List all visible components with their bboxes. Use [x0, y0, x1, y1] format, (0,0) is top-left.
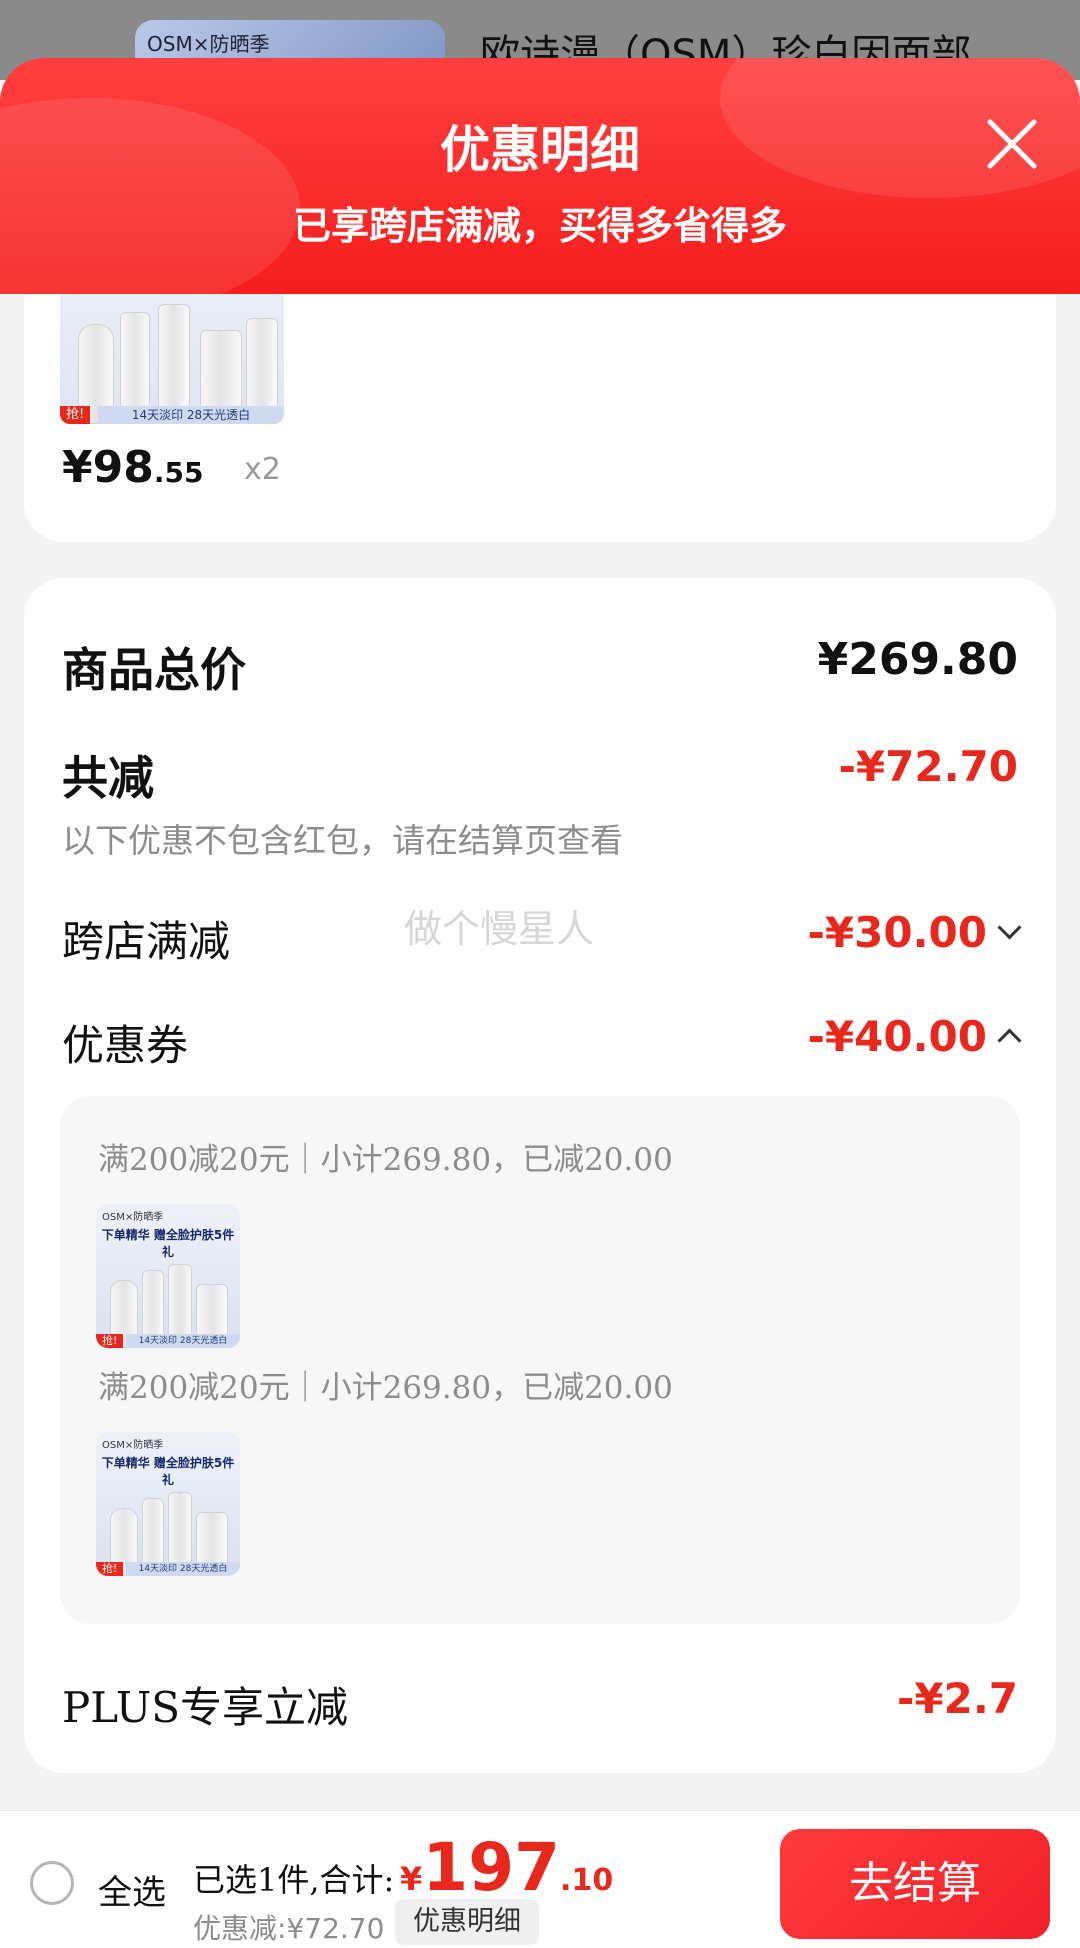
product-image: 抢! 14天淡印 28天光透白	[60, 290, 284, 424]
product-image-tag-left: 抢!	[60, 406, 91, 424]
sheet-title: 优惠明细	[440, 120, 640, 179]
product-image-tag-right: 14天淡印 28天光透白	[98, 406, 284, 424]
total-price-label: 商品总价	[62, 643, 246, 697]
discount-sheet-header: 优惠明细 已享跨店满减，买得多省得多	[0, 58, 1080, 294]
total-reduction-row: 共减 -¥72.70	[62, 742, 1018, 808]
coupon-product-thumbnail: OSM×防晒季 下单精华 赠全脸护肤5件礼 抢! 14天淡印 28天光透白	[96, 1204, 240, 1348]
cross-store-discount-row[interactable]: 跨店满减 -¥30.00	[62, 908, 1022, 969]
thumb-tag-right: 14天淡印 28天光透白	[126, 1334, 240, 1348]
coupon-detail-line: 满200减20元｜小计269.80，已减20.00	[98, 1370, 673, 1406]
discount-detail-button[interactable]: 优惠明细	[395, 1899, 539, 1945]
product-price-int: ¥98	[62, 442, 154, 493]
close-icon	[987, 119, 1037, 169]
thumb-title: 下单精华 赠全脸护肤5件礼	[101, 1456, 235, 1487]
product-price: ¥98.55	[62, 442, 203, 493]
total-currency: ¥	[400, 1860, 423, 1898]
cross-store-label: 跨店满减	[62, 917, 231, 966]
thumb-tag-left: 抢!	[96, 1334, 124, 1348]
thumb-tag-left: 抢!	[96, 1562, 124, 1576]
total-reduction-label: 共减	[62, 751, 154, 805]
background-thumb-brand: OSM×防晒季	[147, 32, 270, 56]
cross-store-value: -¥30.00	[807, 908, 987, 957]
reduction-note: 以下优惠不包含红包，请在结算页查看	[62, 821, 623, 860]
price-summary-card: 商品总价 ¥269.80 共减 -¥72.70 以下优惠不包含红包，请在结算页查…	[24, 578, 1056, 1773]
checkout-bar: 全选 已选1件,合计: ¥197.10 优惠减:¥72.70 优惠明细 去结算	[0, 1810, 1080, 1948]
checkout-button[interactable]: 去结算	[780, 1829, 1050, 1939]
sheet-subtitle: 已享跨店满减，买得多省得多	[292, 203, 787, 248]
thumb-brand: OSM×防晒季	[102, 1212, 164, 1223]
coupon-row[interactable]: 优惠券 -¥40.00	[62, 1012, 1022, 1073]
plus-discount-row: PLUS专享立减 -¥2.7	[62, 1674, 1018, 1735]
select-all-label[interactable]: 全选	[98, 1865, 166, 1914]
product-quantity: x2	[244, 452, 281, 487]
thumb-brand: OSM×防晒季	[102, 1440, 164, 1451]
thumb-tag-right: 14天淡印 28天光透白	[126, 1562, 240, 1576]
total-dec: .10	[560, 1863, 614, 1898]
product-price-dec: .55	[153, 456, 204, 489]
plus-discount-value: -¥2.7	[896, 1674, 1018, 1723]
select-all-radio[interactable]	[30, 1861, 74, 1905]
discount-amount-text: 优惠减:¥72.70	[193, 1912, 385, 1945]
close-button[interactable]	[982, 114, 1042, 174]
coupon-detail-line: 满200减20元｜小计269.80，已减20.00	[98, 1142, 673, 1178]
cross-store-value-wrap: -¥30.00	[807, 908, 1022, 957]
chevron-up-icon	[997, 1028, 1022, 1053]
selected-count-text: 已选1件,合计:	[193, 1861, 395, 1899]
thumb-title: 下单精华 赠全脸护肤5件礼	[101, 1228, 235, 1259]
coupon-value-wrap: -¥40.00	[807, 1012, 1022, 1061]
total-price-value: ¥269.80	[817, 634, 1018, 685]
total-amount: ¥197.10	[400, 1829, 613, 1906]
coupon-label: 优惠券	[62, 1021, 189, 1070]
coupon-product-thumbnail: OSM×防晒季 下单精华 赠全脸护肤5件礼 抢! 14天淡印 28天光透白	[96, 1432, 240, 1576]
total-price-row: 商品总价 ¥269.80	[62, 634, 1018, 700]
plus-discount-label: PLUS专享立减	[62, 1683, 349, 1732]
total-int: 197	[422, 1829, 561, 1906]
total-reduction-value: -¥72.70	[838, 742, 1018, 791]
coupon-detail-panel: 满200减20元｜小计269.80，已减20.00 OSM×防晒季 下单精华 赠…	[60, 1096, 1020, 1624]
chevron-down-icon	[997, 915, 1022, 940]
coupon-value: -¥40.00	[807, 1012, 987, 1061]
